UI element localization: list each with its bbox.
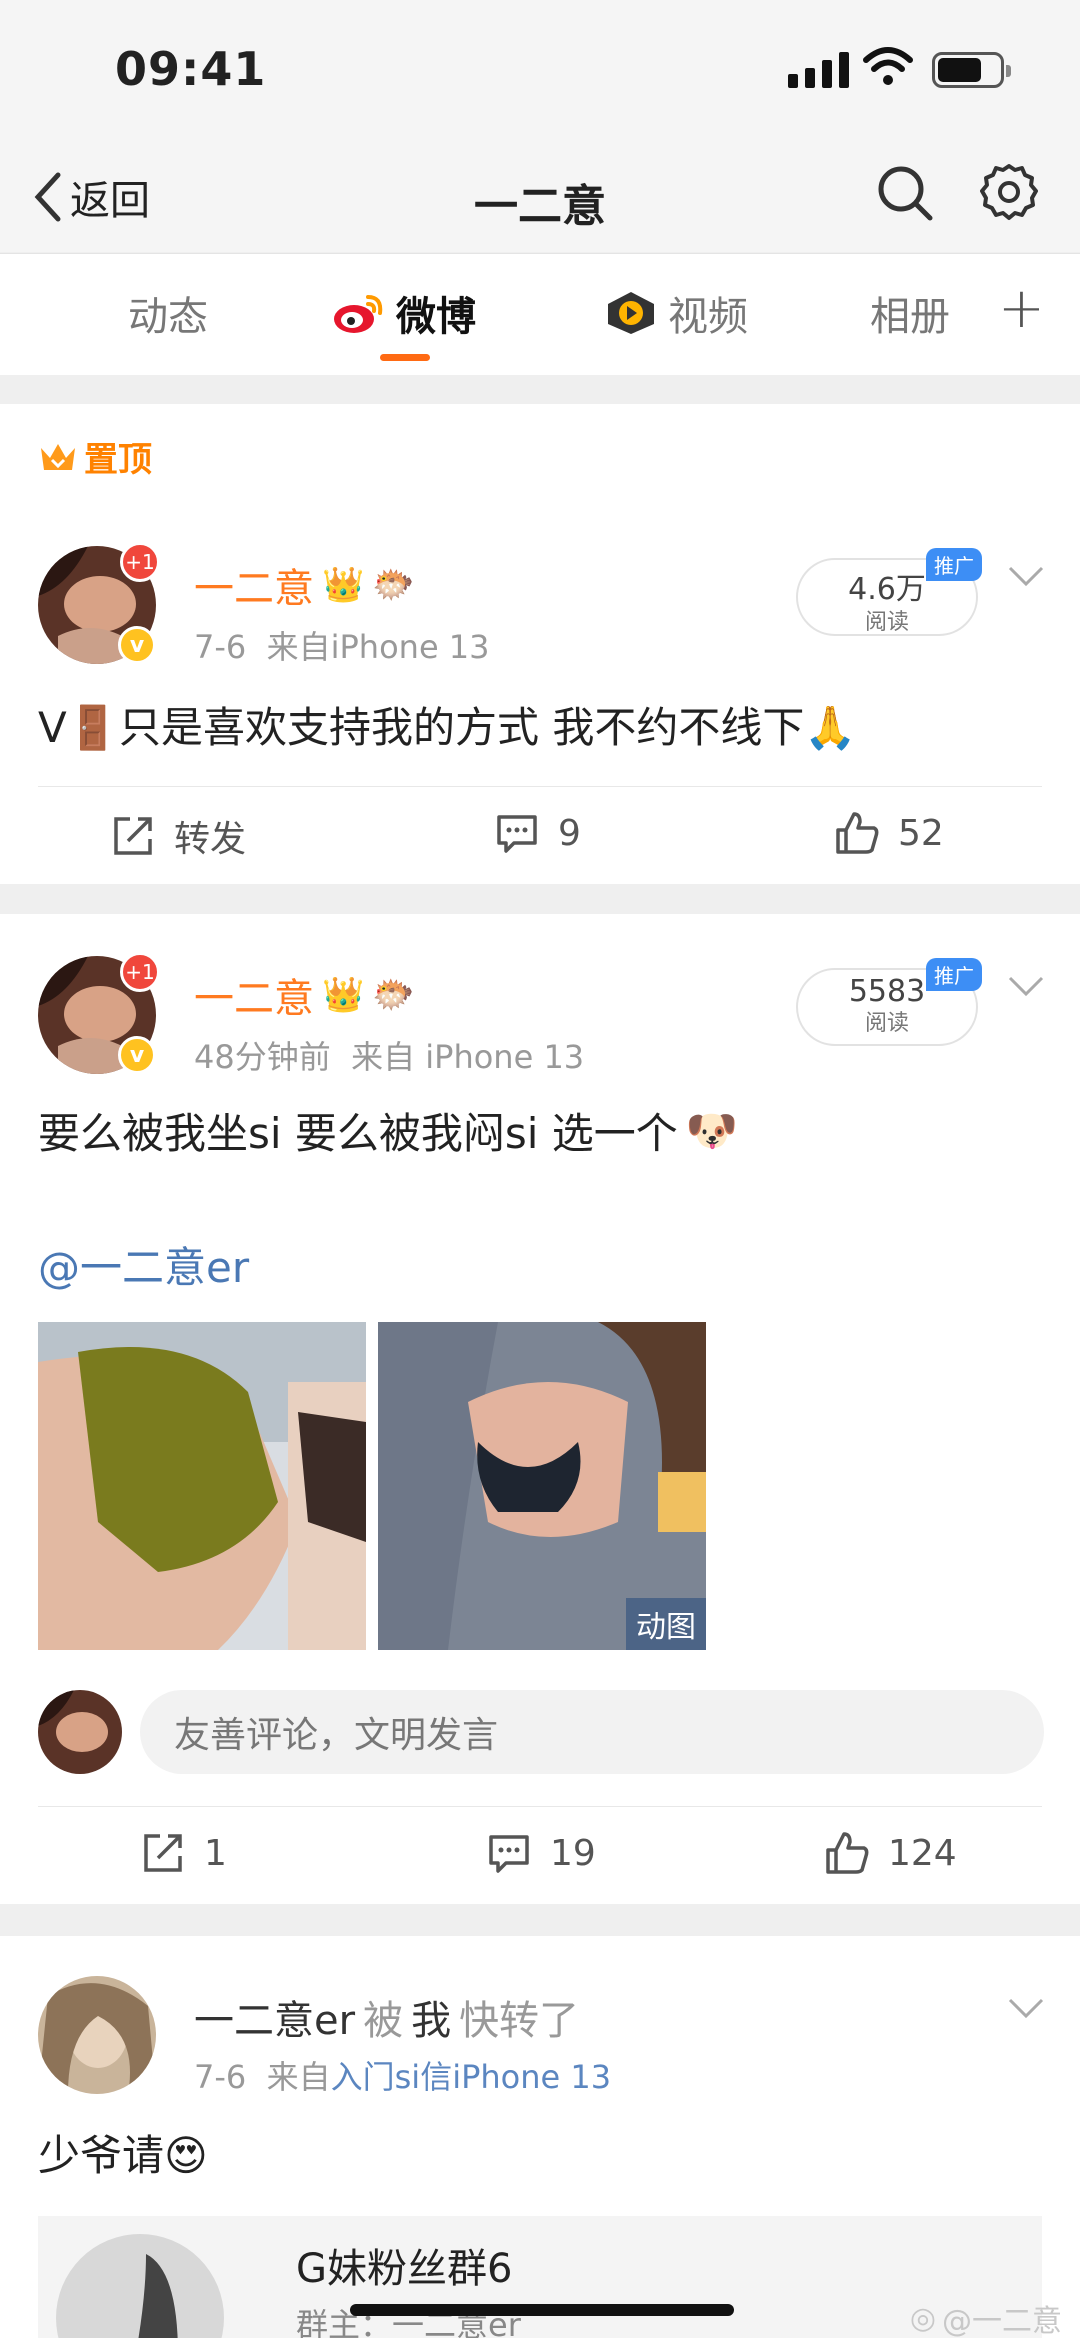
tab-dynamic[interactable]: 动态 <box>128 284 208 342</box>
gear-icon[interactable] <box>976 160 1042 226</box>
notification-badge: +1 <box>120 952 160 992</box>
status-bar: 09:41 <box>0 0 1080 140</box>
group-title: G妹粉丝群6 <box>296 2246 513 2292</box>
promo-badge: 推广 <box>926 958 982 991</box>
avatar <box>38 1690 122 1774</box>
tab-weibo[interactable]: 微博 <box>330 284 476 342</box>
post-card: +1 v 一二意 👑 🐡 48分钟前 来自 iPhone 13 5583 阅读 … <box>0 914 1080 1904</box>
active-tab-indicator <box>380 354 430 361</box>
avatar[interactable] <box>38 1976 156 2094</box>
top-bar: 09:41 返回 一二意 <box>0 0 1080 252</box>
read-count-pill[interactable]: 5583 阅读 推广 <box>796 958 982 1046</box>
post-image[interactable] <box>38 1322 366 1650</box>
gif-badge: 动图 <box>626 1598 706 1650</box>
repost-icon <box>144 1834 182 1872</box>
thumbs-up-icon <box>826 1832 869 1874</box>
chevron-down-icon[interactable] <box>1006 974 1046 1000</box>
pet-emoji-icon: 🐡 <box>372 975 415 1015</box>
post-image[interactable]: 动图 <box>378 1322 706 1650</box>
doge-emoji-icon: 🐶 <box>685 1105 739 1155</box>
video-icon <box>608 292 654 334</box>
post-meta: 48分钟前 来自 iPhone 13 <box>194 1038 585 1076</box>
battery-icon <box>932 52 1011 88</box>
nav-bar: 返回 一二意 <box>0 140 1080 252</box>
repost-icon <box>114 817 152 855</box>
post-meta: 7-6 来自iPhone 13 <box>194 628 490 666</box>
like-button[interactable]: 52 <box>834 810 944 856</box>
pet-emoji-icon: 🐡 <box>372 565 415 605</box>
profile-tabs: 动态 微博 视频 相册 + <box>0 253 1080 375</box>
comment-row: 友善评论，文明发言 <box>38 1690 1044 1774</box>
comment-icon <box>489 1835 529 1873</box>
weibo-logo-icon <box>334 295 383 333</box>
verified-badge: v <box>118 1036 156 1074</box>
verified-badge: v <box>118 626 156 664</box>
post-username[interactable]: 一二意 👑 🐡 <box>194 556 415 614</box>
chevron-down-icon[interactable] <box>1006 1996 1046 2022</box>
mention-link[interactable]: @一二意er <box>38 1234 249 1295</box>
comment-button[interactable]: 19 <box>486 1830 596 1876</box>
post-card: 置顶 +1 v 一二意 👑 🐡 7-6 来自iPhone 13 4.6万 阅读 … <box>0 404 1080 884</box>
vip-crown-icon: 👑 <box>322 975 365 1015</box>
chevron-down-icon[interactable] <box>1006 564 1046 590</box>
post-card: 一二意er 被 我 快转了 7-6 来自入门si信iPhone 13 少爷请😍 … <box>0 1936 1080 2338</box>
crown-icon <box>41 443 75 470</box>
post-username[interactable]: 一二意 👑 🐡 <box>194 966 415 1024</box>
add-tab-icon[interactable]: + <box>998 276 1045 341</box>
pinned-label: 置顶 <box>38 432 152 481</box>
group-card[interactable]: G妹粉丝群6 群主：一二意er <box>38 2216 1042 2338</box>
post-username[interactable]: 一二意er 被 我 快转了 <box>194 1988 579 2046</box>
comment-icon <box>497 815 537 853</box>
home-indicator[interactable] <box>350 2304 734 2316</box>
post-text: 少爷请😍 <box>38 2131 208 2180</box>
group-avatar <box>56 2234 224 2338</box>
divider <box>38 1806 1042 1807</box>
comment-input[interactable]: 友善评论，文明发言 <box>140 1690 1044 1774</box>
like-button[interactable]: 124 <box>824 1830 957 1876</box>
read-count-pill[interactable]: 4.6万 阅读 推广 <box>796 548 982 636</box>
repost-button[interactable]: 1 <box>140 1830 227 1876</box>
notification-badge: +1 <box>120 542 160 582</box>
tab-album[interactable]: 相册 <box>870 284 950 342</box>
post-text: V🚪只是喜欢支持我的方式 我不约不线下🙏 <box>38 703 857 752</box>
search-icon[interactable] <box>872 160 938 226</box>
status-time: 09:41 <box>115 42 267 96</box>
comment-button[interactable]: 9 <box>494 810 581 856</box>
wifi-icon <box>863 47 913 85</box>
weibo-logo-icon: ◎ <box>909 2300 936 2336</box>
vip-crown-icon: 👑 <box>322 565 365 605</box>
post-text: 要么被我坐si 要么被我闷si 选一个 🐶 <box>38 1105 739 1159</box>
divider <box>38 786 1042 787</box>
thumbs-up-icon <box>836 812 879 854</box>
tab-video[interactable]: 视频 <box>604 284 748 342</box>
repost-button[interactable]: 转发 <box>110 810 246 862</box>
promo-badge: 推广 <box>926 548 982 581</box>
watermark: ◎ @一二意 <box>909 2300 1062 2338</box>
signal-icon <box>788 52 849 88</box>
post-meta: 7-6 来自入门si信iPhone 13 <box>194 2058 612 2096</box>
